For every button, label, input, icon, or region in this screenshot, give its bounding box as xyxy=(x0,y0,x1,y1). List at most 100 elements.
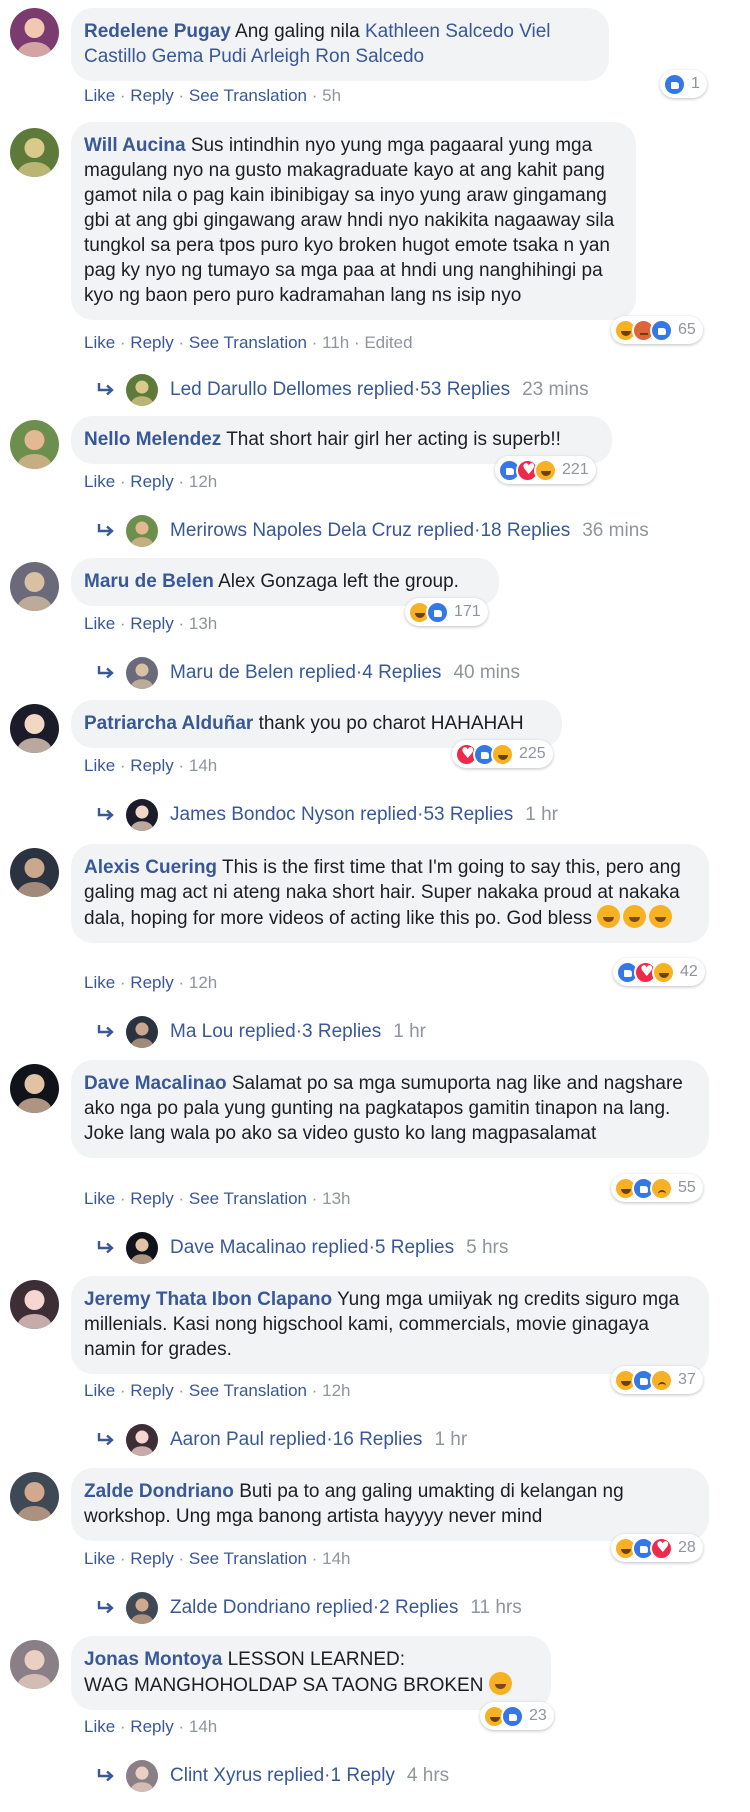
reply-author[interactable]: Led Darullo Dellomes replied xyxy=(170,379,414,401)
reply-author[interactable]: Maru de Belen replied xyxy=(170,662,356,684)
reactions-summary[interactable]: 37 xyxy=(611,1366,703,1394)
comment-timestamp[interactable]: 13h xyxy=(189,614,217,633)
avatar[interactable] xyxy=(10,128,59,177)
reply-button[interactable]: Reply xyxy=(130,1717,173,1736)
comment-timestamp[interactable]: 12h xyxy=(189,973,217,992)
comment-author[interactable]: Alexis Cuering xyxy=(84,857,217,878)
tagged-person[interactable]: Kathleen Salcedo xyxy=(365,21,514,42)
reply-author[interactable]: Ma Lou replied xyxy=(170,1021,296,1043)
replies-link[interactable]: Aaron Paul replied · 16 Replies 1 hr xyxy=(96,1424,467,1456)
reactions-summary[interactable]: 65 xyxy=(611,316,703,344)
reply-count[interactable]: 2 Replies xyxy=(379,1597,458,1619)
replies-link[interactable]: Clint Xyrus replied · 1 Reply 4 hrs xyxy=(96,1760,449,1792)
avatar[interactable] xyxy=(10,562,59,611)
reply-button[interactable]: Reply xyxy=(130,973,173,992)
replies-link[interactable]: Zalde Dondriano replied · 2 Replies 11 hr… xyxy=(96,1592,522,1624)
like-button[interactable]: Like xyxy=(84,1189,115,1208)
comment-timestamp[interactable]: 12h xyxy=(189,472,217,491)
reply-button[interactable]: Reply xyxy=(130,1381,173,1400)
reply-author[interactable]: Merirows Napoles Dela Cruz replied xyxy=(170,520,474,542)
reactions-summary[interactable]: 28 xyxy=(611,1534,703,1562)
avatar[interactable] xyxy=(10,1472,59,1521)
reply-author[interactable]: Clint Xyrus replied xyxy=(170,1765,324,1787)
replies-link[interactable]: Led Darullo Dellomes replied · 53 Replie… xyxy=(96,374,589,406)
avatar[interactable] xyxy=(10,848,59,897)
tagged-person[interactable]: Arleigh Ron Salcedo xyxy=(251,46,424,67)
see-translation-link[interactable]: See Translation xyxy=(189,333,307,352)
like-button[interactable]: Like xyxy=(84,973,115,992)
reply-count[interactable]: 3 Replies xyxy=(302,1021,381,1043)
reply-button[interactable]: Reply xyxy=(130,1549,173,1568)
reply-avatar xyxy=(126,374,158,406)
reply-count[interactable]: 5 Replies xyxy=(375,1237,454,1259)
reactions-summary[interactable]: 1 xyxy=(660,70,707,98)
avatar[interactable] xyxy=(10,1280,59,1329)
tagged-person[interactable]: Gema Pudi xyxy=(152,46,247,67)
see-translation-link[interactable]: See Translation xyxy=(189,1549,307,1568)
replies-link[interactable]: Maru de Belen replied · 4 Replies 40 mins xyxy=(96,657,520,689)
reactions-summary[interactable]: 225 xyxy=(452,740,553,768)
like-button[interactable]: Like xyxy=(84,756,115,775)
comment-feed: Redelene Pugay Ang galing nila Kathleen … xyxy=(0,0,750,1812)
avatar[interactable] xyxy=(10,704,59,753)
reply-button[interactable]: Reply xyxy=(130,614,173,633)
like-button[interactable]: Like xyxy=(84,1381,115,1400)
like-button[interactable]: Like xyxy=(84,86,115,105)
avatar[interactable] xyxy=(10,8,59,57)
reply-count[interactable]: 53 Replies xyxy=(423,804,513,826)
replies-link[interactable]: James Bondoc Nyson replied · 53 Replies 1… xyxy=(96,799,558,831)
comment-timestamp[interactable]: 14h xyxy=(189,1717,217,1736)
comment-timestamp[interactable]: 14h xyxy=(189,756,217,775)
reply-author[interactable]: James Bondoc Nyson replied xyxy=(170,804,417,826)
reaction-count: 28 xyxy=(678,1539,696,1556)
reply-count[interactable]: 1 Reply xyxy=(331,1765,395,1787)
comment-author[interactable]: Jonas Montoya xyxy=(84,1649,222,1670)
like-button[interactable]: Like xyxy=(84,333,115,352)
reply-count[interactable]: 53 Replies xyxy=(420,379,510,401)
reply-author[interactable]: Aaron Paul replied xyxy=(170,1429,326,1451)
comment-author[interactable]: Nello Melendez xyxy=(84,429,221,450)
comment-author[interactable]: Maru de Belen xyxy=(84,571,214,592)
reply-author[interactable]: Dave Macalinao replied xyxy=(170,1237,369,1259)
comment-author[interactable]: Redelene Pugay xyxy=(84,21,231,42)
reply-count[interactable]: 16 Replies xyxy=(333,1429,423,1451)
see-translation-link[interactable]: See Translation xyxy=(189,1381,307,1400)
reply-button[interactable]: Reply xyxy=(130,472,173,491)
comment-author[interactable]: Will Aucina xyxy=(84,135,186,156)
reply-button[interactable]: Reply xyxy=(130,756,173,775)
avatar[interactable] xyxy=(10,1640,59,1689)
reactions-summary[interactable]: 171 xyxy=(405,598,488,626)
reply-button[interactable]: Reply xyxy=(130,333,173,352)
avatar[interactable] xyxy=(10,420,59,469)
comment-timestamp[interactable]: 11h xyxy=(322,333,349,352)
edited-label[interactable]: Edited xyxy=(364,333,412,352)
replies-link[interactable]: Dave Macalinao replied · 5 Replies 5 hrs xyxy=(96,1232,508,1264)
reactions-summary[interactable]: 221 xyxy=(495,456,596,484)
comment-timestamp[interactable]: 14h xyxy=(322,1549,350,1568)
replies-link[interactable]: Ma Lou replied · 3 Replies 1 hr xyxy=(96,1016,426,1048)
reply-count[interactable]: 18 Replies xyxy=(480,520,570,542)
like-button[interactable]: Like xyxy=(84,614,115,633)
comment-timestamp[interactable]: 12h xyxy=(322,1381,350,1400)
reply-button[interactable]: Reply xyxy=(130,1189,173,1208)
see-translation-link[interactable]: See Translation xyxy=(189,1189,307,1208)
comment-author[interactable]: Dave Macalinao xyxy=(84,1073,227,1094)
comment-timestamp[interactable]: 13h xyxy=(322,1189,350,1208)
like-button[interactable]: Like xyxy=(84,1549,115,1568)
reply-author[interactable]: Zalde Dondriano replied xyxy=(170,1597,373,1619)
reply-button[interactable]: Reply xyxy=(130,86,173,105)
comment-author[interactable]: Zalde Dondriano xyxy=(84,1481,234,1502)
comment-author[interactable]: Jeremy Thata Ibon Clapano xyxy=(84,1289,332,1310)
avatar[interactable] xyxy=(10,1064,59,1113)
comment-timestamp[interactable]: 5h xyxy=(322,86,341,105)
comment-author[interactable]: Patriarcha Alduñar xyxy=(84,713,253,734)
reactions-summary[interactable]: 55 xyxy=(611,1174,703,1202)
haha-reaction-icon xyxy=(491,742,514,766)
replies-link[interactable]: Merirows Napoles Dela Cruz replied · 18 … xyxy=(96,515,649,547)
reply-count[interactable]: 4 Replies xyxy=(362,662,441,684)
reactions-summary[interactable]: 23 xyxy=(480,1702,554,1730)
like-button[interactable]: Like xyxy=(84,1717,115,1736)
like-button[interactable]: Like xyxy=(84,472,115,491)
reactions-summary[interactable]: 42 xyxy=(613,958,705,986)
see-translation-link[interactable]: See Translation xyxy=(189,86,307,105)
